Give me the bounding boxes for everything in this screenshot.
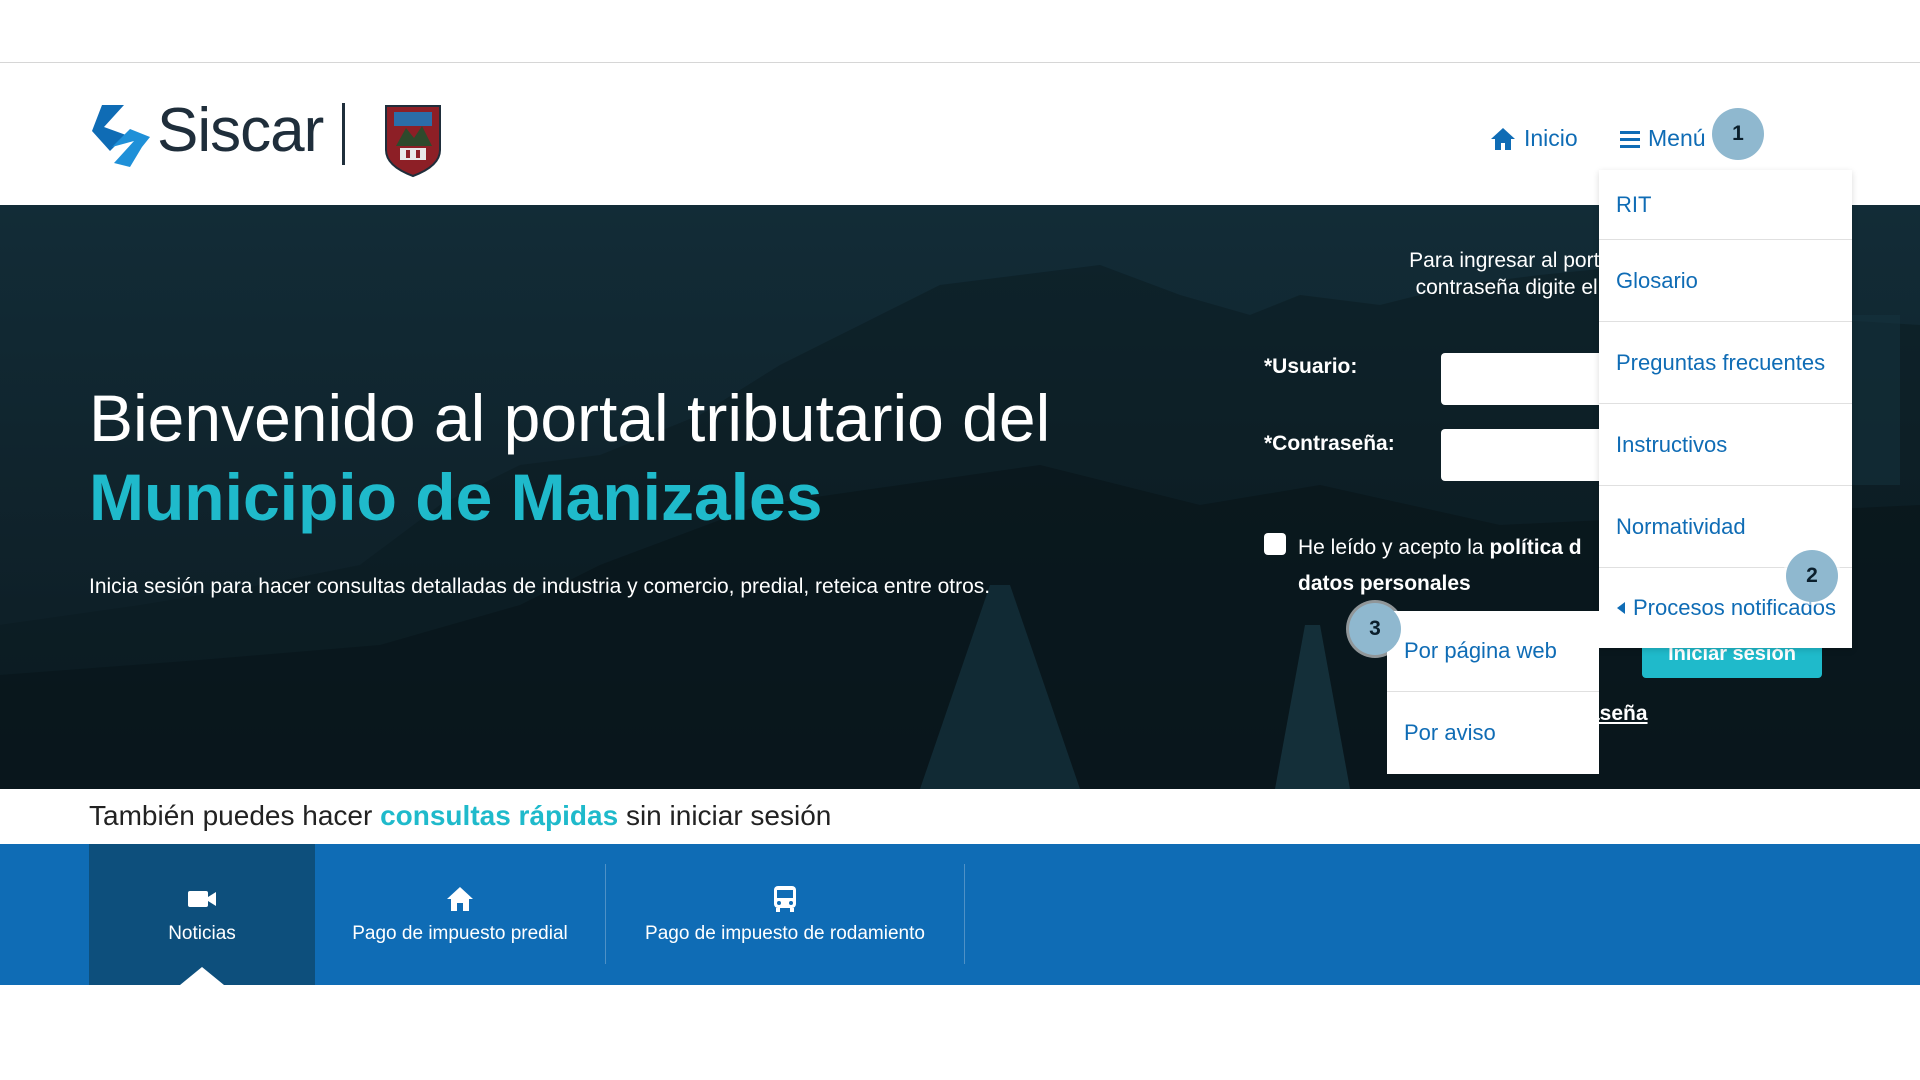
consent-checkbox[interactable] — [1264, 533, 1286, 555]
active-tab-caret — [180, 967, 224, 985]
menu-item-rit[interactable]: RIT — [1599, 170, 1852, 240]
annotation-badge-3: 3 — [1349, 603, 1401, 655]
tab-noticias[interactable]: Noticias — [89, 844, 315, 985]
annotation-badge-2: 2 — [1786, 550, 1838, 602]
consent-prefix: He leído y acepto la — [1298, 536, 1490, 559]
caret-left-icon — [1617, 602, 1625, 614]
tab-pago-rodamiento-label: Pago de impuesto de rodamiento — [645, 922, 925, 944]
personal-data-link[interactable]: datos personales — [1298, 572, 1471, 595]
tab-pago-predial[interactable]: Pago de impuesto predial — [315, 844, 605, 985]
nav-inicio-label: Inicio — [1524, 125, 1578, 151]
password-label: *Contraseña: — [1264, 432, 1395, 455]
quick-queries-suffix: sin iniciar sesión — [618, 800, 832, 831]
nav-inicio[interactable]: Inicio — [1490, 125, 1578, 152]
house-icon — [447, 886, 473, 911]
tab-noticias-label: Noticias — [168, 922, 236, 944]
nav-menu[interactable]: Menú — [1620, 125, 1706, 152]
hero-title-line1: Bienvenido al portal tributario del — [89, 381, 1051, 455]
logo-separator — [342, 103, 345, 165]
brand-name[interactable]: Siscar — [157, 95, 324, 166]
siscar-logo-icon[interactable] — [90, 103, 152, 169]
submenu-item-por-aviso[interactable]: Por aviso — [1387, 692, 1599, 774]
menu-item-preguntas-frecuentes[interactable]: Preguntas frecuentes — [1599, 322, 1852, 404]
manizales-crest-icon — [385, 105, 441, 178]
privacy-policy-link[interactable]: política d — [1489, 536, 1581, 559]
tab-separator — [964, 864, 965, 964]
submenu-item-por-pagina-web[interactable]: Por página web — [1387, 611, 1599, 692]
annotation-badge-1: 1 — [1712, 108, 1764, 160]
user-label: *Usuario: — [1264, 355, 1358, 378]
quick-queries-title: También puedes hacer consultas rápidas s… — [89, 800, 831, 832]
hamburger-icon — [1620, 130, 1640, 148]
menu-item-instructivos[interactable]: Instructivos — [1599, 404, 1852, 486]
menu-item-glosario[interactable]: Glosario — [1599, 240, 1852, 322]
quick-queries-prefix: También puedes hacer — [89, 800, 381, 831]
tab-pago-predial-label: Pago de impuesto predial — [352, 922, 568, 944]
bus-icon — [774, 885, 796, 912]
procesos-notificados-submenu: Por página web Por aviso — [1387, 611, 1599, 774]
hero-title-line2: Municipio de Manizales — [89, 460, 823, 534]
nav-menu-label: Menú — [1648, 125, 1706, 151]
hero-subtitle: Inicia sesión para hacer consultas detal… — [89, 575, 991, 598]
quick-queries-highlight: consultas rápidas — [380, 800, 619, 831]
tab-pago-rodamiento[interactable]: Pago de impuesto de rodamiento — [606, 844, 964, 985]
video-camera-icon — [188, 890, 216, 907]
quick-queries-tabbar: Noticias Pago de impuesto predial Pago d… — [0, 844, 1920, 985]
house-icon — [1491, 127, 1515, 150]
